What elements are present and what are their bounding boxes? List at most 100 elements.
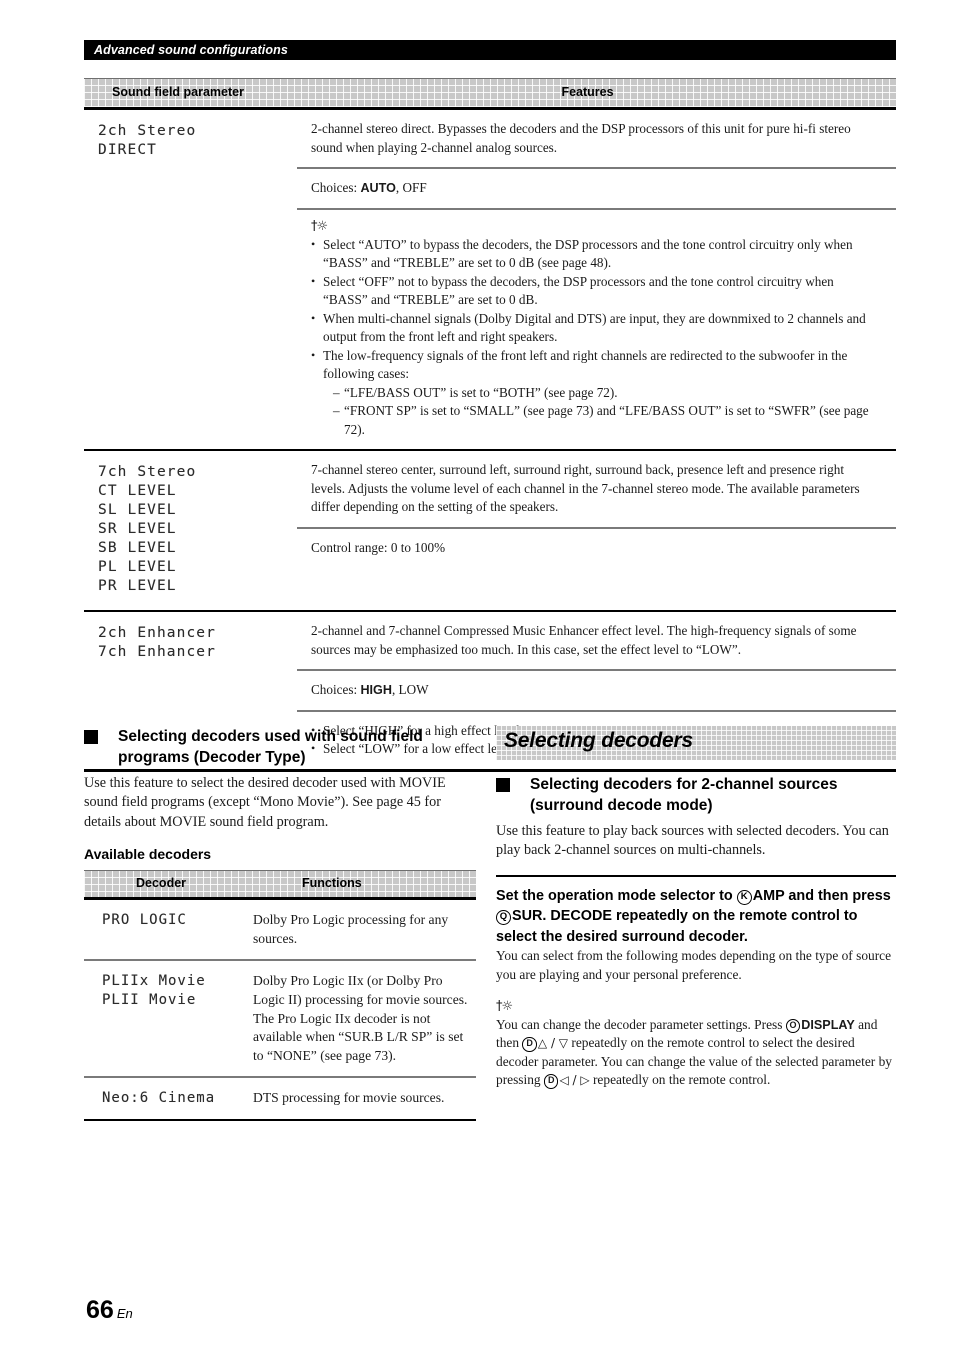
feature-description: 2-channel and 7-channel Compressed Music… bbox=[297, 612, 896, 669]
table-row: 7ch Stereo CT LEVEL SL LEVEL SR LEVEL SB… bbox=[84, 451, 896, 612]
parameter-label: 7ch Enhancer bbox=[98, 644, 216, 660]
sub-list: “LFE/BASS OUT” is set to “BOTH” (see pag… bbox=[323, 384, 880, 440]
parameter-label: CT LEVEL bbox=[98, 483, 177, 499]
instruction-amp-label: AMP bbox=[752, 887, 785, 904]
table-header-row: Sound field parameter Features bbox=[84, 78, 896, 110]
circled-k-icon: K bbox=[736, 889, 752, 905]
decoder-function-cell: Dolby Pro Logic IIx (or Dolby Pro Logic … bbox=[253, 973, 468, 1063]
tip-paragraph: You can change the decoder parameter set… bbox=[496, 1016, 896, 1090]
choices-block: Choices: HIGH, LOW bbox=[297, 669, 896, 710]
parameter-label: DIRECT bbox=[98, 142, 157, 158]
instruction-part: and then press bbox=[784, 887, 891, 904]
square-bullet-icon bbox=[496, 778, 510, 792]
decoder-label: PLII Movie bbox=[102, 992, 197, 1009]
tip-block: †☼ Select “AUTO” to bypass the decoders,… bbox=[297, 207, 896, 450]
column-header-functions: Functions bbox=[302, 876, 362, 891]
list-item: Select “AUTO” to bypass the decoders, th… bbox=[311, 235, 880, 273]
circled-d-icon: D bbox=[543, 1074, 559, 1089]
list-item: Select “OFF” not to bypass the decoders,… bbox=[311, 272, 880, 310]
sub-list-item: “LFE/BASS OUT” is set to “BOTH” (see pag… bbox=[333, 384, 880, 403]
tip-bullet-list: Select “AUTO” to bypass the decoders, th… bbox=[311, 235, 880, 440]
feature-description: 2-channel stereo direct. Bypasses the de… bbox=[297, 110, 896, 167]
table-row: PRO LOGIC Dolby Pro Logic processing for… bbox=[84, 900, 476, 962]
section-heading-surround-decode: Selecting decoders for 2-channel sources… bbox=[496, 774, 896, 816]
choices-block: Choices: AUTO, OFF bbox=[297, 167, 896, 208]
feature-description: 7-channel stereo center, surround left, … bbox=[297, 451, 896, 527]
decoder-label: PLIIx Movie bbox=[102, 973, 206, 990]
sub-list-item: “FRONT SP” is set to “SMALL” (see page 7… bbox=[333, 402, 880, 439]
up-down-arrows-icon: △ / ▽ bbox=[537, 1036, 569, 1051]
parameter-label: 2ch Stereo bbox=[98, 123, 197, 139]
list-item: When multi-channel signals (Dolby Digita… bbox=[311, 309, 880, 347]
decoder-label: PRO LOGIC bbox=[102, 912, 187, 929]
sparkle-icon: †☼ bbox=[311, 218, 328, 234]
features-cell: 2-channel stereo direct. Bypasses the de… bbox=[297, 110, 896, 449]
section-header-bar: Advanced sound configurations bbox=[84, 40, 896, 60]
column-header-features: Features bbox=[561, 85, 614, 99]
manual-page: Advanced sound configurations Sound fiel… bbox=[0, 0, 954, 1352]
choices-default-value: AUTO bbox=[360, 181, 396, 195]
choices-line: Choices: HIGH, LOW bbox=[311, 681, 880, 700]
control-range-block: Control range: 0 to 100% bbox=[297, 526, 896, 568]
decoder-function-cell: Dolby Pro Logic processing for any sourc… bbox=[253, 912, 449, 946]
decoder-label: Neo:6 Cinema bbox=[102, 1090, 216, 1107]
table-row: Neo:6 Cinema DTS processing for movie so… bbox=[84, 1078, 476, 1122]
parameter-name-cell: 2ch Stereo DIRECT bbox=[84, 110, 297, 449]
circled-d-icon: D bbox=[522, 1037, 537, 1052]
feature-text: 2-channel stereo direct. Bypasses the de… bbox=[311, 121, 851, 155]
available-decoders-table: Decoder Functions PRO LOGIC Dolby Pro Lo… bbox=[84, 870, 476, 1122]
right-column: Selecting decoders Selecting decoders fo… bbox=[496, 726, 896, 1090]
page-language-code: En bbox=[116, 1306, 133, 1321]
feature-text: 2-channel and 7-channel Compressed Music… bbox=[311, 623, 857, 657]
choices-rest: , OFF bbox=[395, 180, 427, 195]
decoder-function-cell: DTS processing for movie sources. bbox=[253, 1090, 445, 1106]
parameter-label: PR LEVEL bbox=[98, 578, 177, 594]
left-column: Selecting decoders used with sound field… bbox=[84, 726, 476, 1122]
instruction-part: Set the operation mode selector to bbox=[496, 887, 737, 904]
instruction-sur-decode-label: SUR. DECODE bbox=[512, 908, 612, 925]
heading-text: Selecting decoders for 2-channel sources… bbox=[530, 776, 838, 814]
decoder-name-cell: PRO LOGIC bbox=[84, 900, 241, 959]
choices-line: Choices: AUTO, OFF bbox=[311, 179, 880, 198]
page-footer: 66 En bbox=[86, 1296, 133, 1325]
decoder-name-cell: PLIIx Movie PLII Movie bbox=[84, 961, 241, 1076]
section-header-title: Advanced sound configurations bbox=[94, 43, 288, 57]
control-range-text: Control range: 0 to 100% bbox=[311, 539, 446, 555]
features-cell: 7-channel stereo center, surround left, … bbox=[297, 451, 896, 610]
table-row: PLIIx Movie PLII Movie Dolby Pro Logic I… bbox=[84, 961, 476, 1079]
instruction-block: Set the operation mode selector to K AMP … bbox=[496, 874, 896, 948]
parameter-label: SL LEVEL bbox=[98, 502, 177, 518]
page-number: 66 bbox=[86, 1296, 114, 1324]
sparkle-icon: †☼ bbox=[496, 998, 513, 1014]
parameter-label: 7ch Stereo bbox=[98, 464, 197, 480]
decoder-table-header-row: Decoder Functions bbox=[84, 870, 476, 901]
circled-o-icon: O bbox=[785, 1018, 801, 1033]
circled-q-icon: Q bbox=[496, 910, 511, 926]
square-bullet-icon bbox=[84, 730, 98, 744]
banner-title: Selecting decoders bbox=[504, 729, 693, 752]
parameter-label: PL LEVEL bbox=[98, 559, 177, 575]
modes-paragraph: You can select from the following modes … bbox=[496, 948, 892, 982]
parameter-name-cell: 7ch Stereo CT LEVEL SL LEVEL SR LEVEL SB… bbox=[84, 451, 297, 610]
parameter-label: SB LEVEL bbox=[98, 540, 177, 556]
parameter-label: SR LEVEL bbox=[98, 521, 177, 537]
intro-paragraph: Use this feature to play back sources wi… bbox=[496, 823, 889, 859]
selecting-decoders-banner: Selecting decoders bbox=[496, 726, 896, 760]
available-decoders-heading: Available decoders bbox=[84, 846, 212, 863]
choices-label: Choices: bbox=[311, 180, 358, 195]
list-item: The low-frequency signals of the front l… bbox=[311, 346, 880, 440]
heading-text: Selecting decoders used with sound field… bbox=[118, 728, 423, 766]
section-heading-decoder-type: Selecting decoders used with sound field… bbox=[84, 726, 476, 768]
choices-label: Choices: bbox=[311, 682, 358, 697]
tip-part: repeatedly on the remote control. bbox=[589, 1072, 771, 1088]
parameter-label: 2ch Enhancer bbox=[98, 625, 216, 641]
sound-field-parameter-table: Sound field parameter Features 2ch Stere… bbox=[84, 78, 896, 772]
intro-paragraph: Use this feature to select the desired d… bbox=[84, 775, 446, 830]
left-right-arrows-icon: ◁ / ▷ bbox=[559, 1073, 590, 1088]
column-header-decoder: Decoder bbox=[136, 876, 187, 891]
tip-block: †☼ You can change the decoder parameter … bbox=[496, 998, 896, 1090]
feature-text: 7-channel stereo center, surround left, … bbox=[311, 462, 860, 514]
decoder-name-cell: Neo:6 Cinema bbox=[84, 1078, 241, 1119]
choices-rest: , LOW bbox=[391, 682, 429, 697]
list-item-text: The low-frequency signals of the front l… bbox=[323, 347, 848, 382]
